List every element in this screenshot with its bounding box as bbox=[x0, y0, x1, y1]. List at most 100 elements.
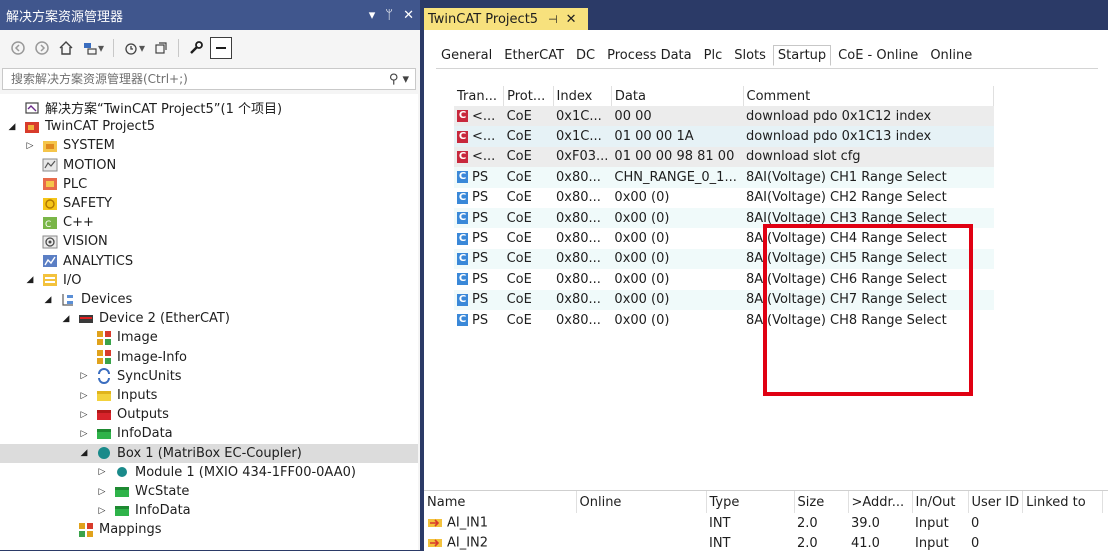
close-icon[interactable]: ✕ bbox=[566, 12, 577, 27]
tab-general[interactable]: General bbox=[436, 45, 497, 66]
switch-views-icon[interactable]: ▾ bbox=[80, 37, 106, 59]
column-header[interactable]: Comment bbox=[743, 86, 995, 106]
column-header[interactable]: >Addr... bbox=[848, 491, 913, 513]
table-row[interactable]: C <... CoE 0x1C... 01 00 00 1A download pdo 0… bbox=[454, 126, 994, 147]
tree-item[interactable]: ◢ Devices bbox=[0, 290, 418, 309]
column-header[interactable]: Prot... bbox=[503, 86, 554, 106]
preview-selected-icon[interactable] bbox=[210, 37, 233, 59]
column-header[interactable]: User ID bbox=[968, 491, 1024, 513]
expand-arrow-icon[interactable]: ▷ bbox=[78, 410, 90, 420]
tree-item[interactable]: ▷ Outputs bbox=[0, 405, 418, 424]
tab-process-data[interactable]: Process Data bbox=[602, 45, 697, 66]
tree-item[interactable]: VISION bbox=[0, 232, 418, 251]
tree-item[interactable]: ▷ InfoData bbox=[0, 501, 418, 520]
document-tab[interactable]: TwinCAT Project5 ⊣ ✕ bbox=[424, 8, 588, 30]
collapse-arrow-icon[interactable]: ◢ bbox=[42, 295, 54, 305]
table-row[interactable]: AI_IN1 INT 2.0 39.0 Input 0 bbox=[424, 513, 1103, 533]
column-header[interactable]: Online bbox=[576, 491, 707, 513]
column-header[interactable]: Type bbox=[706, 491, 795, 513]
tree-item[interactable]: ▷ SyncUnits bbox=[0, 367, 418, 386]
expand-arrow-icon[interactable]: ▷ bbox=[78, 391, 90, 401]
image-info-icon bbox=[96, 349, 112, 365]
tree-item[interactable]: ◢ I/O bbox=[0, 271, 418, 290]
properties-wrench-icon[interactable] bbox=[186, 37, 206, 59]
table-row[interactable]: C PS CoE 0x80... 0x00 (0) 8AI(Voltage) CH3 Ra… bbox=[454, 207, 994, 229]
table-row[interactable]: C PS CoE 0x80... CHN_RANGE_0_1... 8AI(Voltage… bbox=[454, 167, 994, 188]
column-header[interactable]: Tran... bbox=[454, 86, 505, 106]
forward-icon[interactable] bbox=[32, 37, 52, 59]
tree-item[interactable]: 解决方案“TwinCAT Project5”(1 个项目) bbox=[0, 98, 418, 117]
column-header[interactable]: Name bbox=[424, 491, 577, 513]
home-icon[interactable] bbox=[56, 37, 76, 59]
tree-item[interactable]: ◢ Device 2 (EtherCAT) bbox=[0, 309, 418, 328]
table-row[interactable]: C PS CoE 0x80... 0x00 (0) 8AI(Voltage) CH5 Ra… bbox=[454, 248, 994, 270]
search-icon[interactable]: ⚲ ▾ bbox=[389, 72, 409, 87]
transition-icon: C bbox=[457, 232, 468, 245]
transition-text: <... bbox=[472, 149, 496, 165]
tree-item[interactable]: C C++ bbox=[0, 213, 418, 232]
tree-item[interactable]: ▷ Module 1 (MXIO 434-1FF00-0AA0) bbox=[0, 463, 418, 482]
tab-plc[interactable]: Plc bbox=[699, 45, 728, 66]
tree-item[interactable]: Image bbox=[0, 328, 418, 347]
column-header[interactable]: Data bbox=[611, 86, 744, 106]
pending-changes-icon[interactable]: ▾ bbox=[121, 37, 147, 59]
column-header[interactable]: Size bbox=[794, 491, 849, 513]
project-icon bbox=[24, 119, 40, 135]
table-cell bbox=[576, 533, 706, 551]
collapse-arrow-icon[interactable]: ◢ bbox=[60, 314, 72, 324]
tree-item[interactable]: PLC bbox=[0, 175, 418, 194]
tree-item[interactable]: ▷ SYSTEM bbox=[0, 136, 418, 155]
table-cell: 0xF03... bbox=[556, 149, 609, 165]
transition-icon: C bbox=[457, 191, 468, 204]
tree-item[interactable]: Mappings bbox=[0, 520, 418, 539]
tab-ethercat[interactable]: EtherCAT bbox=[499, 45, 569, 66]
tree-item[interactable]: ANALYTICS bbox=[0, 252, 418, 271]
tab-startup[interactable]: Startup bbox=[772, 45, 832, 66]
table-row[interactable]: C PS CoE 0x80... 0x00 (0) 8AI(Voltage) CH7 Ra… bbox=[454, 289, 994, 310]
tree-item[interactable]: MOTION bbox=[0, 156, 418, 175]
table-row[interactable]: C <... CoE 0xF03... 01 00 00 98 81 00 downloa… bbox=[454, 146, 994, 168]
tree-item[interactable]: ◢ TwinCAT Project5 bbox=[0, 117, 418, 136]
table-row[interactable]: C PS CoE 0x80... 0x00 (0) 8AI(Voltage) CH6 Ra… bbox=[454, 269, 994, 290]
table-row[interactable]: C PS CoE 0x80... 0x00 (0) 8AI(Voltage) CH8 Ra… bbox=[454, 309, 994, 331]
table-cell: 00 00 bbox=[614, 108, 652, 124]
tree-item[interactable]: ▷ WcState bbox=[0, 482, 418, 501]
transition-icon-letter: C bbox=[458, 252, 467, 264]
tree-item[interactable]: SAFETY bbox=[0, 194, 418, 213]
pin-icon[interactable]: ⊣ bbox=[548, 13, 558, 26]
expand-arrow-icon[interactable]: ▷ bbox=[78, 429, 90, 439]
tab-online[interactable]: Online bbox=[925, 45, 977, 66]
column-header[interactable]: In/Out bbox=[912, 491, 969, 513]
table-row[interactable]: C <... CoE 0x1C... 00 00 download pdo 0x1C12 … bbox=[454, 106, 994, 127]
pin-icon[interactable]: ᛘ bbox=[385, 8, 393, 23]
collapse-arrow-icon[interactable]: ◢ bbox=[78, 448, 90, 458]
expand-arrow-icon[interactable]: ▷ bbox=[78, 371, 90, 381]
back-icon[interactable] bbox=[8, 37, 28, 59]
close-icon[interactable]: ✕ bbox=[403, 8, 414, 23]
column-header[interactable]: Linked to bbox=[1022, 491, 1104, 513]
tree-item[interactable]: Image-Info bbox=[0, 348, 418, 367]
tree-item[interactable]: ▷ InfoData bbox=[0, 424, 418, 443]
safety-icon bbox=[42, 196, 58, 212]
search-input[interactable] bbox=[9, 71, 389, 87]
tab-dc[interactable]: DC bbox=[571, 45, 600, 66]
collapse-arrow-icon[interactable]: ◢ bbox=[6, 122, 18, 132]
expand-arrow-icon[interactable]: ▷ bbox=[24, 141, 36, 151]
collapse-all-icon[interactable] bbox=[151, 37, 171, 59]
table-row[interactable]: AI_IN2 INT 2.0 41.0 Input 0 bbox=[424, 533, 1103, 551]
expand-arrow-icon[interactable]: ▷ bbox=[96, 487, 108, 497]
tree-item[interactable]: ▷ Inputs bbox=[0, 386, 418, 405]
expand-arrow-icon[interactable]: ▷ bbox=[96, 506, 108, 516]
tab-coe-online[interactable]: CoE - Online bbox=[833, 45, 923, 66]
tab-slots[interactable]: Slots bbox=[729, 45, 771, 66]
transition-icon-letter: C bbox=[458, 232, 467, 244]
variables-list: Name Online Type Size >Addr... In/Out User ID L… bbox=[424, 490, 1108, 551]
dropdown-icon[interactable]: ▾ bbox=[369, 8, 376, 23]
table-row[interactable]: C PS CoE 0x80... 0x00 (0) 8AI(Voltage) CH2 Ra… bbox=[454, 187, 994, 208]
tree-item[interactable]: ◢ Box 1 (MatriBox EC-Coupler) bbox=[0, 443, 418, 463]
column-header[interactable]: Index bbox=[553, 86, 612, 106]
expand-arrow-icon[interactable]: ▷ bbox=[96, 467, 108, 477]
table-row[interactable]: C PS CoE 0x80... 0x00 (0) 8AI(Voltage) CH4 Ra… bbox=[454, 228, 994, 249]
collapse-arrow-icon[interactable]: ◢ bbox=[24, 275, 36, 285]
table-cell: 0x80... bbox=[556, 190, 601, 206]
